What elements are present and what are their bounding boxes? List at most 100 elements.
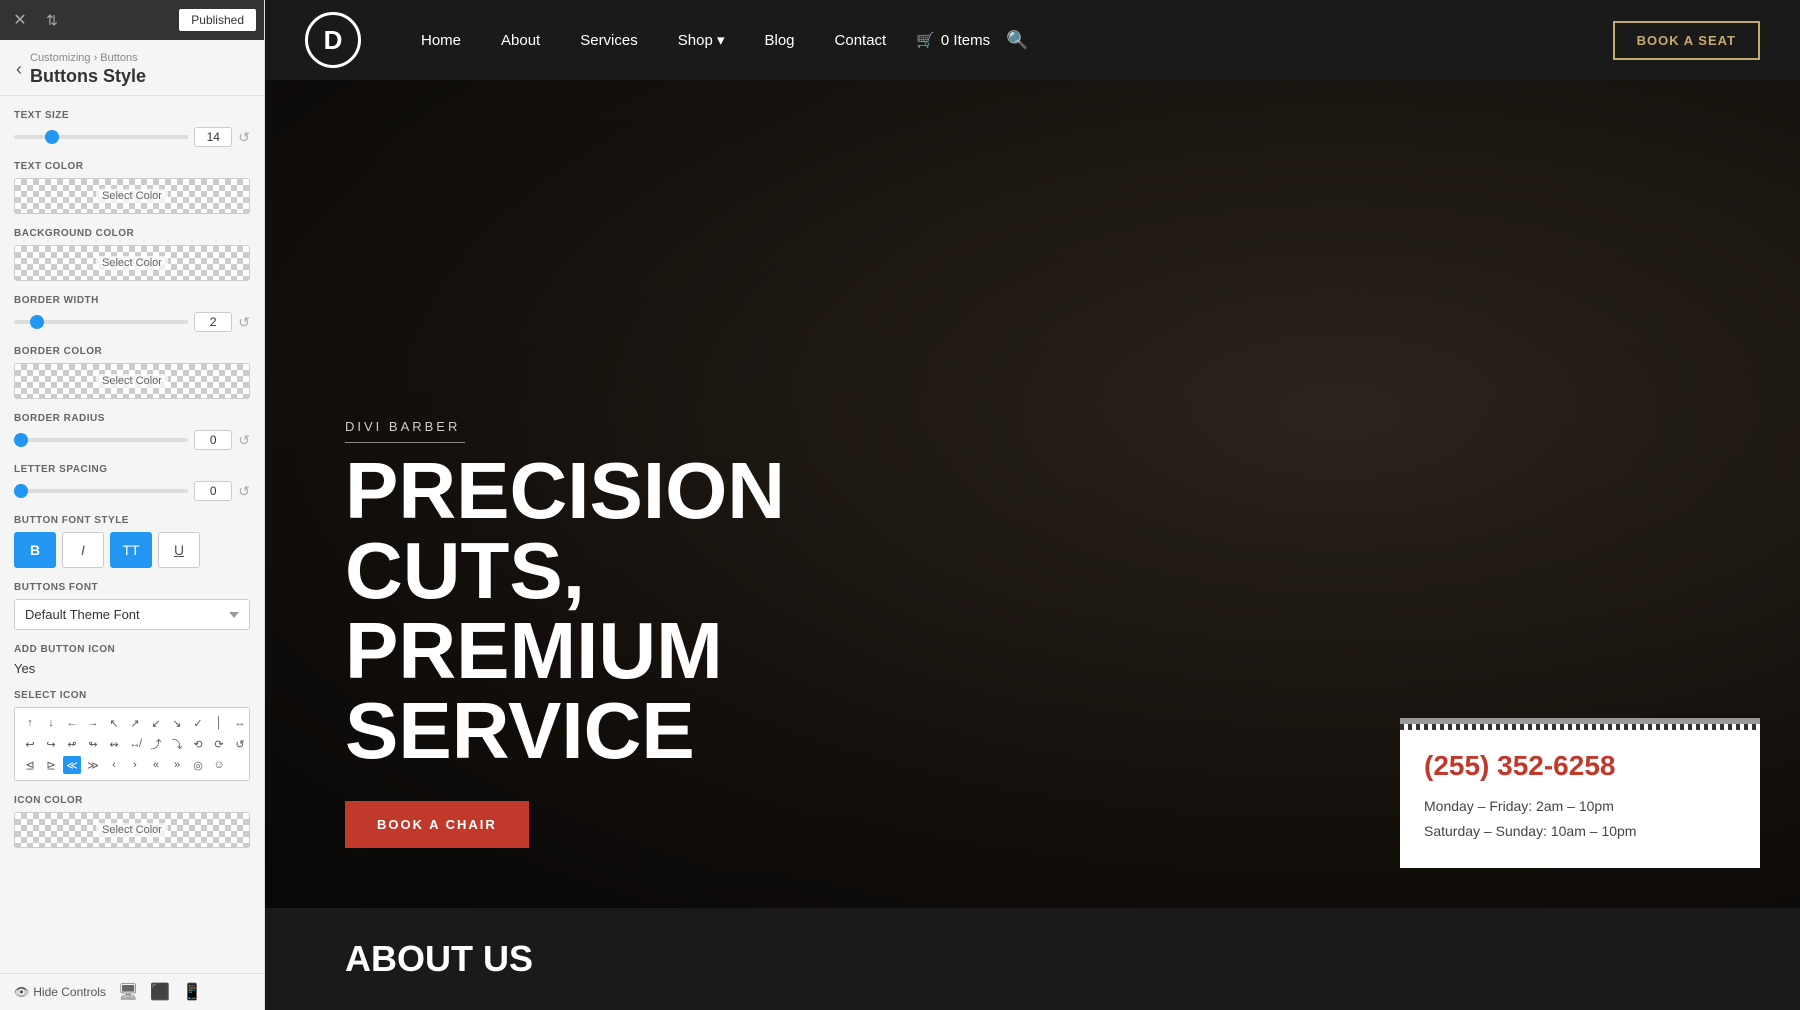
icon-cell-35[interactable]: » bbox=[168, 756, 186, 774]
icon-cell-0[interactable]: ↑ bbox=[21, 714, 39, 732]
icon-cell-15[interactable]: ↪ bbox=[42, 735, 60, 753]
icon-cell-14[interactable]: ↩ bbox=[21, 735, 39, 753]
nav-contact[interactable]: Contact bbox=[815, 32, 907, 49]
nav-search[interactable]: 🔍 bbox=[1006, 30, 1028, 51]
panel-header: ‹ Customizing › Buttons Buttons Style bbox=[0, 40, 264, 96]
icon-cell-8[interactable]: ✓ bbox=[189, 714, 207, 732]
icon-cell-17[interactable]: ↬ bbox=[84, 735, 102, 753]
icon-color-swatch[interactable]: Select Color bbox=[14, 812, 250, 848]
text-color-swatch[interactable]: Select Color bbox=[14, 178, 250, 214]
border-radius-slider[interactable] bbox=[14, 438, 188, 442]
eye-icon: 👁 bbox=[14, 985, 29, 999]
buttons-font-select[interactable]: Default Theme Font Arial Georgia Verdana bbox=[14, 599, 250, 630]
icon-cell-32[interactable]: ‹ bbox=[105, 756, 123, 774]
border-width-reset[interactable]: ↺ bbox=[238, 314, 250, 331]
preview-area: D Home About Services Shop ▾ Blog Contac… bbox=[265, 0, 1800, 1010]
bg-color-swatch[interactable]: Select Color bbox=[14, 245, 250, 281]
icon-cell-6[interactable]: ↙ bbox=[147, 714, 165, 732]
border-width-slider[interactable] bbox=[14, 320, 188, 324]
letter-spacing-reset[interactable]: ↺ bbox=[238, 483, 250, 500]
icon-cell-21[interactable]: ⤵ bbox=[168, 735, 186, 753]
font-bold-button[interactable]: B bbox=[14, 532, 56, 568]
breadcrumb: Customizing › Buttons bbox=[30, 52, 146, 64]
letter-spacing-slider[interactable] bbox=[14, 489, 188, 493]
text-color-placeholder: Select Color bbox=[96, 189, 168, 203]
section-title: Buttons Style bbox=[30, 66, 146, 87]
border-color-swatch[interactable]: Select Color bbox=[14, 363, 250, 399]
add-button-icon-group: ADD BUTTON ICON Yes bbox=[14, 644, 250, 676]
back-button[interactable]: ‹ bbox=[16, 59, 22, 80]
icon-cell-7[interactable]: ↘ bbox=[168, 714, 186, 732]
font-italic-button[interactable]: I bbox=[62, 532, 104, 568]
icon-cell-18[interactable]: ↭ bbox=[105, 735, 123, 753]
hero-cta-button[interactable]: BOOK A CHAIR bbox=[345, 801, 529, 848]
hero-title: PRECISION CUTS,PREMIUM SERVICE bbox=[345, 451, 985, 771]
icon-cell-28[interactable]: ⊴ bbox=[21, 756, 39, 774]
icon-cell-3[interactable]: → bbox=[84, 714, 102, 732]
info-hours: Monday – Friday: 2am – 10pmSaturday – Su… bbox=[1424, 794, 1736, 844]
desktop-device-button[interactable]: 🖥 bbox=[118, 982, 138, 1002]
info-hours-line: Saturday – Sunday: 10am – 10pm bbox=[1424, 819, 1736, 844]
controls-area: TEXT SIZE ↺ TEXT COLOR Select Color BACK… bbox=[0, 96, 264, 973]
published-button[interactable]: Published bbox=[179, 9, 256, 31]
tablet-device-button[interactable]: ⬛ bbox=[150, 982, 170, 1002]
icon-cell-4[interactable]: ↖ bbox=[105, 714, 123, 732]
close-button[interactable]: ✕ bbox=[8, 8, 32, 32]
letter-spacing-label: LETTER SPACING bbox=[14, 464, 250, 475]
nav-home[interactable]: Home bbox=[401, 32, 481, 49]
about-section: ABOUT US bbox=[265, 908, 1800, 1010]
icon-cell-30[interactable]: ≪ bbox=[63, 756, 81, 774]
font-style-group: BUTTON FONT STYLE B I TT U bbox=[14, 515, 250, 568]
nav-services[interactable]: Services bbox=[560, 32, 658, 49]
font-style-buttons: B I TT U bbox=[14, 532, 250, 568]
icon-cell-16[interactable]: ↫ bbox=[63, 735, 81, 753]
icon-cell-1[interactable]: ↓ bbox=[42, 714, 60, 732]
nav-blog[interactable]: Blog bbox=[744, 32, 814, 49]
icon-cell-22[interactable]: ⟲ bbox=[189, 735, 207, 753]
icon-cell-2[interactable]: ← bbox=[63, 714, 81, 732]
hide-controls-button[interactable]: 👁 Hide Controls bbox=[14, 985, 106, 999]
icon-cell-31[interactable]: ≫ bbox=[84, 756, 102, 774]
icon-cell-37[interactable]: ☺ bbox=[210, 756, 228, 774]
buttons-font-label: BUTTONS FONT bbox=[14, 582, 250, 593]
border-width-value[interactable] bbox=[194, 312, 232, 332]
icon-cell-34[interactable]: « bbox=[147, 756, 165, 774]
icon-cell-33[interactable]: › bbox=[126, 756, 144, 774]
font-tt-button[interactable]: TT bbox=[110, 532, 152, 568]
nav-book-button[interactable]: BOOK A SEAT bbox=[1613, 21, 1760, 60]
icon-cell-10[interactable]: ↔ bbox=[231, 714, 249, 732]
nav-shop[interactable]: Shop ▾ bbox=[658, 31, 745, 49]
text-size-reset[interactable]: ↺ bbox=[238, 129, 250, 146]
icon-cell-36[interactable]: ◎ bbox=[189, 756, 207, 774]
icon-cell-9[interactable]: │ bbox=[210, 714, 228, 732]
border-color-placeholder: Select Color bbox=[96, 374, 168, 388]
mobile-device-button[interactable]: 📱 bbox=[182, 982, 202, 1002]
border-radius-value[interactable] bbox=[194, 430, 232, 450]
site-logo[interactable]: D bbox=[305, 12, 361, 68]
letter-spacing-value[interactable] bbox=[194, 481, 232, 501]
swap-button[interactable]: ⇅ bbox=[40, 8, 64, 32]
hero-subtitle: DIVI BARBER bbox=[345, 419, 465, 443]
cart-icon: 🛒 bbox=[916, 31, 935, 49]
icon-cell-20[interactable]: ⤴ bbox=[147, 735, 165, 753]
nav-cart[interactable]: 🛒 0 Items bbox=[916, 31, 990, 49]
font-underline-button[interactable]: U bbox=[158, 532, 200, 568]
icon-cell-19[interactable]: ↮ bbox=[126, 735, 144, 753]
icon-color-placeholder: Select Color bbox=[96, 823, 168, 837]
text-size-group: TEXT SIZE ↺ bbox=[14, 110, 250, 147]
panel-topbar: ✕ ⇅ Published bbox=[0, 0, 264, 40]
icon-cell-24[interactable]: ↺ bbox=[231, 735, 249, 753]
panel-bottom: 👁 Hide Controls 🖥 ⬛ 📱 bbox=[0, 973, 264, 1010]
icon-cell-23[interactable]: ⟳ bbox=[210, 735, 228, 753]
border-radius-reset[interactable]: ↺ bbox=[238, 432, 250, 449]
add-button-icon-label: ADD BUTTON ICON bbox=[14, 644, 250, 655]
nav-about[interactable]: About bbox=[481, 32, 560, 49]
text-size-value[interactable] bbox=[194, 127, 232, 147]
info-card: (255) 352-6258 Monday – Friday: 2am – 10… bbox=[1400, 718, 1760, 868]
text-size-slider[interactable] bbox=[14, 135, 188, 139]
border-radius-row: ↺ bbox=[14, 430, 250, 450]
icon-cell-29[interactable]: ⊵ bbox=[42, 756, 60, 774]
add-button-icon-row: Yes bbox=[14, 661, 250, 676]
icon-cell-5[interactable]: ↗ bbox=[126, 714, 144, 732]
nav-links: Home About Services Shop ▾ Blog Contact … bbox=[401, 30, 1613, 51]
